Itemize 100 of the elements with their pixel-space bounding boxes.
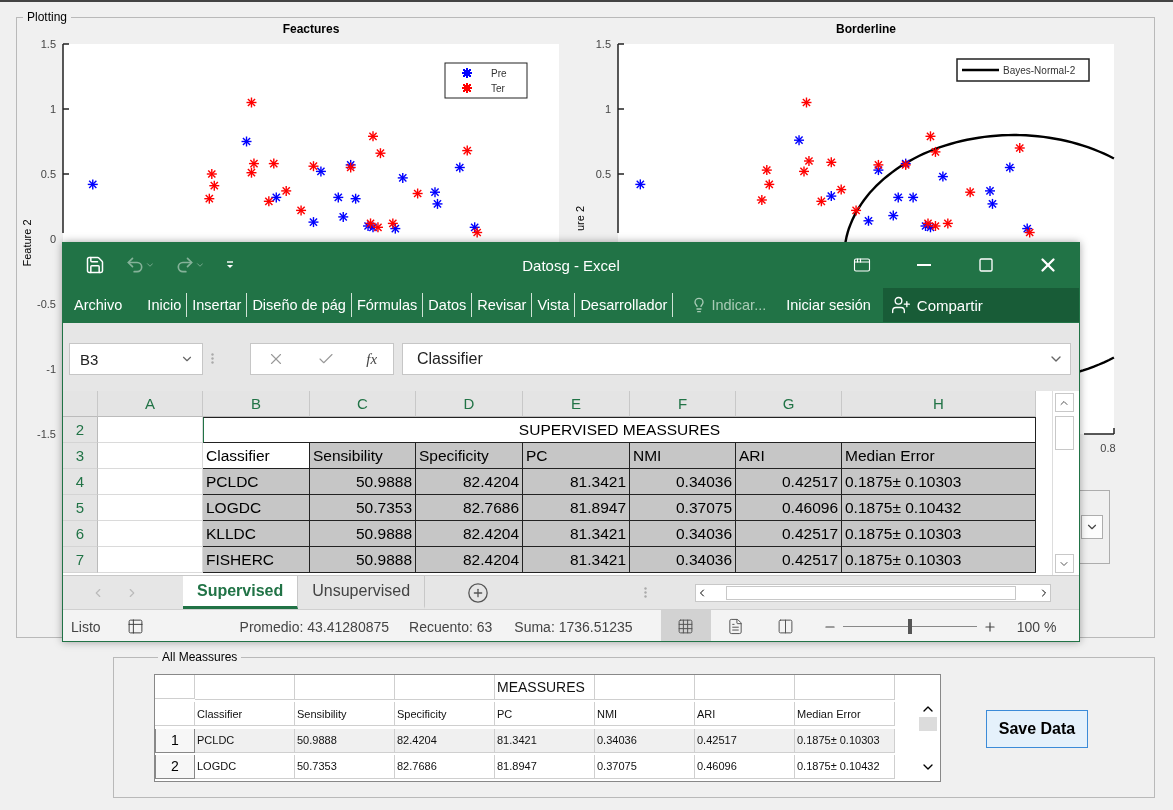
row-header[interactable]: 6 [63, 521, 98, 547]
table-cell: 82.4204 [416, 547, 523, 573]
column-header[interactable]: G [736, 391, 842, 417]
data-point [964, 186, 976, 198]
data-point [208, 180, 220, 192]
function-button[interactable]: fx [366, 350, 378, 368]
scrollbar-thumb[interactable] [919, 717, 937, 731]
table-cell: 82.7686 [395, 754, 495, 779]
redo-icon[interactable] [175, 255, 195, 275]
table-cell: Classifier [203, 443, 310, 469]
data-point [793, 134, 805, 146]
column-header[interactable]: E [523, 391, 630, 417]
zoom-slider-thumb[interactable] [907, 619, 912, 634]
column-header[interactable]: A [98, 391, 203, 417]
table-cell: 0.34036 [630, 521, 736, 547]
data-point [337, 211, 349, 223]
window-title: Datosg - Excel [522, 257, 620, 274]
data-point [825, 190, 837, 202]
column-header[interactable]: D [416, 391, 523, 417]
select-all-corner[interactable] [63, 391, 98, 417]
ribbon-tab[interactable]: Revisar [472, 297, 532, 313]
data-point [850, 204, 862, 217]
row-header[interactable]: 5 [63, 495, 98, 521]
data-point [471, 226, 483, 239]
column-header: Median Error [795, 702, 895, 727]
table-cell: 0.46096 [736, 495, 842, 521]
row-header[interactable]: 4 [63, 469, 98, 495]
table-cell: 0.1875± 0.10303 [795, 728, 895, 753]
tick-label: 0 [49, 233, 56, 245]
data-point [203, 193, 215, 205]
table-cell: 0.37075 [595, 754, 695, 779]
formula-field[interactable]: Classifier [402, 343, 1071, 375]
scrollbar-thumb[interactable] [726, 585, 1016, 600]
sign-in-link[interactable]: Iniciar sesión [782, 297, 883, 313]
data-point [411, 187, 424, 200]
column-header: Specificity [395, 702, 495, 727]
ribbon-tab[interactable]: Insertar [187, 297, 247, 313]
tick-label: -1 [46, 363, 56, 375]
average-text: Promedio: 43.41280875 [239, 618, 390, 635]
table-cell: PC [523, 443, 630, 469]
column-header[interactable]: H [842, 391, 1036, 417]
tick-label: 1.5 [40, 38, 56, 50]
undo-icon[interactable] [125, 255, 145, 275]
data-point [349, 193, 362, 205]
row-header[interactable]: 3 [63, 443, 98, 469]
column-header[interactable]: B [203, 391, 310, 417]
data-point [800, 96, 813, 109]
table-cell: 82.4204 [416, 521, 523, 547]
table-cell: 0.46096 [695, 754, 795, 779]
table-cell: LOGDC [203, 495, 310, 521]
ribbon-tab[interactable]: Vista [532, 297, 575, 313]
page-break-icon [777, 618, 795, 635]
table-cell: Specificity [416, 443, 523, 469]
data-point [815, 195, 828, 207]
table-cell: 81.3421 [523, 469, 630, 495]
ribbon-tab[interactable]: Datos [423, 297, 472, 313]
horizontal-scrollbar[interactable] [695, 583, 1051, 602]
ribbon-tab[interactable]: Fórmulas [351, 297, 423, 313]
vertical-scrollbar[interactable] [1052, 391, 1075, 575]
share-button[interactable]: Compartir [882, 288, 1079, 322]
data-point [907, 191, 919, 204]
name-box[interactable]: B3 [69, 343, 203, 375]
data-point [332, 191, 344, 204]
panel-title: Plotting [26, 10, 69, 24]
customize-icon[interactable] [225, 260, 235, 270]
save-data-button[interactable]: Save Data [986, 710, 1088, 748]
data-point [307, 160, 320, 172]
legend-label: Bayes-Normal-2 [1003, 65, 1076, 76]
ribbon-tab[interactable]: Inicio [142, 297, 187, 313]
data-point [206, 168, 218, 180]
data-point [429, 186, 441, 198]
data-point [87, 178, 99, 191]
ribbon-tab[interactable]: Diseño de pág [247, 297, 351, 313]
data-point [387, 217, 399, 230]
sheet-tab[interactable]: Unsupervised [298, 575, 426, 609]
data-point [862, 215, 875, 227]
table-cell: PCLDC [195, 728, 295, 753]
add-sheet-icon[interactable] [467, 581, 490, 604]
data-point [397, 172, 409, 184]
axis-label: Feature 2 [21, 219, 33, 267]
view-button[interactable] [660, 610, 711, 641]
macro-record-icon[interactable] [126, 618, 144, 635]
sheet-tab[interactable]: Supervised [183, 575, 299, 609]
table-cell: ARI [736, 443, 842, 469]
save-icon[interactable] [85, 255, 105, 275]
data-point [756, 194, 768, 206]
ribbon-tab[interactable]: Desarrollador [575, 297, 673, 313]
data-point [268, 157, 280, 170]
row-header[interactable]: 2 [63, 417, 98, 443]
scrollbar-thumb[interactable] [1054, 416, 1074, 450]
column-header[interactable]: C [310, 391, 416, 417]
zoom-in-icon[interactable] [982, 619, 997, 634]
column-header: NMI [595, 702, 695, 727]
data-point [431, 198, 444, 210]
column-header[interactable]: F [630, 391, 736, 417]
tell-me-field[interactable]: Indicar... [711, 297, 767, 313]
row-header[interactable]: 7 [63, 547, 98, 573]
data-point [295, 204, 307, 217]
table-cell: 0.34036 [595, 728, 695, 753]
ribbon-tab[interactable]: Archivo [69, 297, 143, 313]
